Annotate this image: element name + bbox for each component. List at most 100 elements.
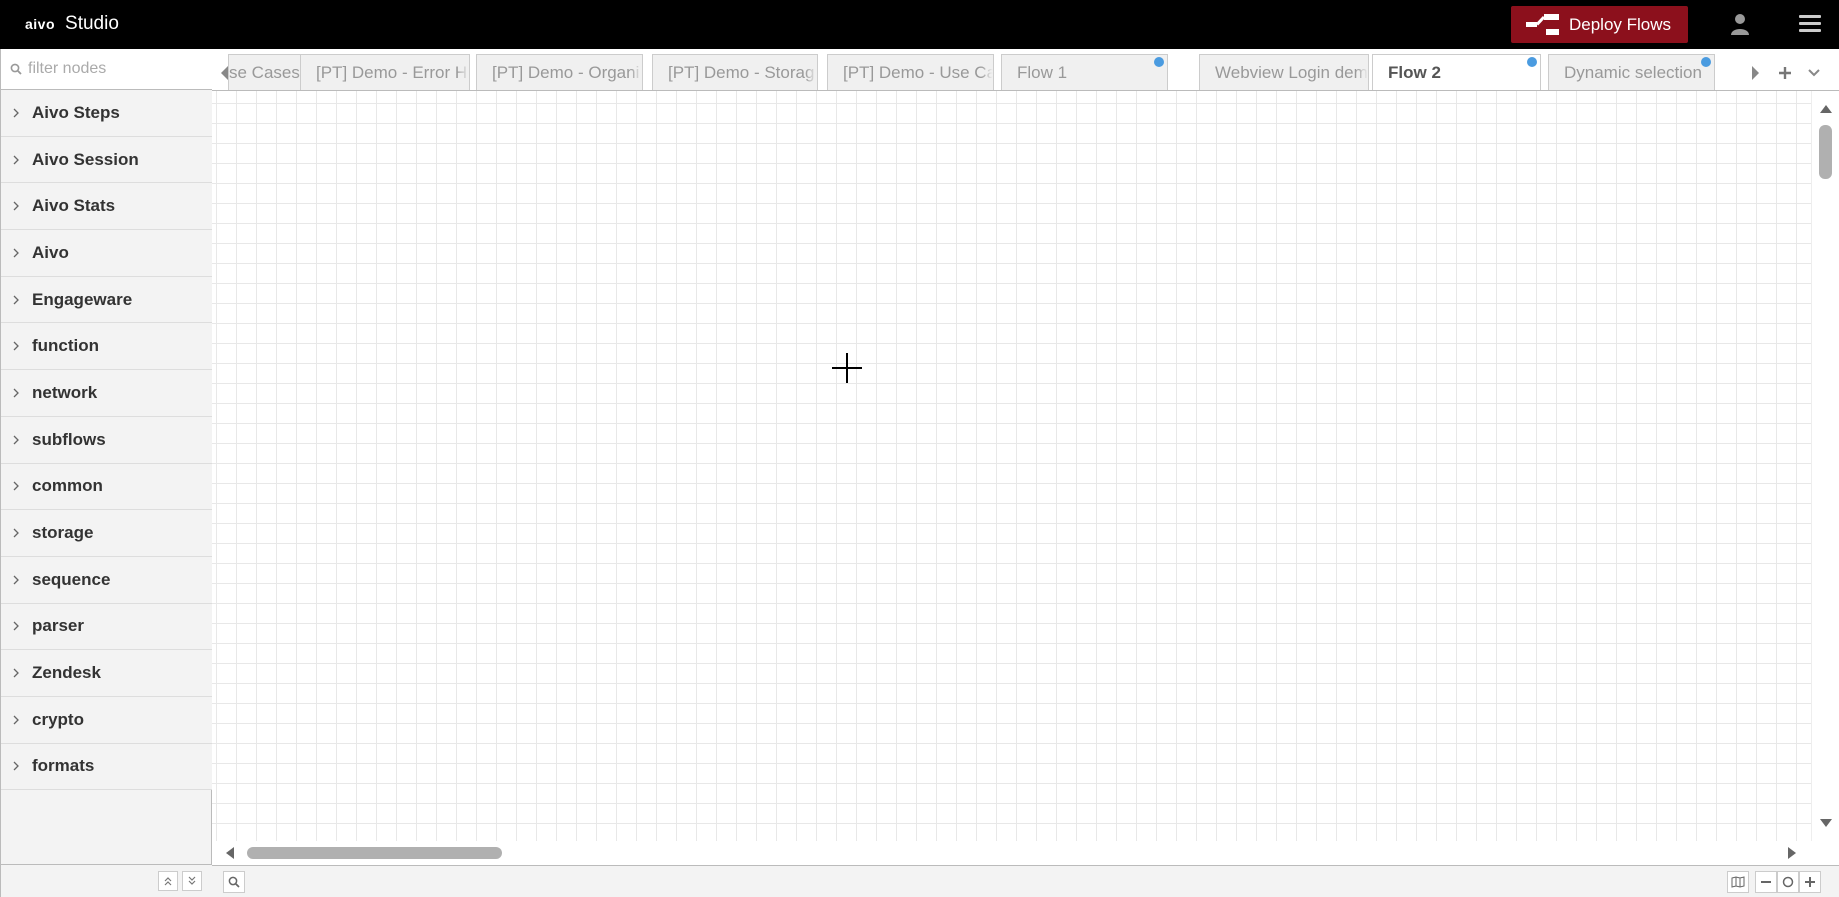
node-palette: Aivo Steps Aivo Session Aivo Stats Aivo Enga… [0, 49, 212, 897]
add-flow-button[interactable] [1772, 54, 1798, 90]
double-chevron-down-icon [188, 876, 196, 885]
palette-category-label: parser [32, 616, 84, 636]
palette-category[interactable]: formats [1, 743, 212, 791]
chevron-right-icon [13, 248, 19, 258]
crosshair-cursor-icon [832, 353, 862, 383]
workspace-footer [212, 865, 1839, 897]
zoom-reset-button[interactable] [1777, 871, 1799, 893]
flow-tab[interactable]: [PT] Demo - Use Ca [827, 54, 994, 90]
palette-category-label: crypto [32, 709, 84, 729]
app-logo: aivo Studio [25, 13, 119, 35]
palette-category[interactable]: Aivo Stats [1, 183, 212, 231]
tab-fade [981, 55, 993, 90]
node-red-editor: aivo Studio Deploy Flows filter nodes Ai… [0, 0, 1839, 897]
flow-tab[interactable]: se Cases [228, 54, 310, 90]
flow-tab-label: [PT] Demo - Use Ca [843, 63, 994, 82]
deploy-label: Deploy Flows [1569, 14, 1672, 34]
zoom-in-button[interactable] [1799, 871, 1821, 893]
palette-category[interactable]: parser [1, 603, 212, 651]
chevron-right-icon [13, 575, 19, 585]
unsaved-changes-dot-icon [1527, 57, 1537, 67]
palette-category[interactable]: function [1, 323, 212, 371]
palette-category-label: Aivo Stats [32, 196, 116, 216]
navigator-button[interactable] [1727, 871, 1749, 893]
user-icon [1731, 14, 1749, 35]
brand-logo: aivo [25, 16, 56, 32]
double-chevron-up-icon [164, 877, 172, 886]
zoom-out-button[interactable] [1755, 871, 1777, 893]
flow-tab[interactable]: [PT] Demo - Storag [652, 54, 818, 90]
flow-tab-label: Flow 2 [1388, 63, 1441, 82]
filter-nodes-input[interactable] [28, 60, 198, 78]
scroll-left-arrow-icon[interactable] [224, 847, 234, 859]
flow-list-menu-button[interactable] [1801, 54, 1827, 90]
chevron-right-icon [13, 621, 19, 631]
palette-category-label: network [32, 382, 98, 402]
caret-down-icon [1808, 68, 1820, 76]
palette-category-label: Zendesk [32, 663, 101, 683]
deploy-button[interactable]: Deploy Flows [1511, 6, 1688, 43]
deploy-icon [1526, 13, 1559, 35]
vertical-scroll-thumb[interactable] [1819, 125, 1832, 179]
flow-tab[interactable]: [PT] Demo - Error H [300, 54, 470, 90]
palette-category[interactable]: crypto [1, 696, 212, 744]
scroll-down-arrow-icon[interactable] [1820, 819, 1832, 829]
circle-icon [1782, 876, 1794, 888]
palette-footer [1, 864, 212, 897]
chevron-right-icon [13, 341, 19, 351]
unsaved-changes-dot-icon [1154, 57, 1164, 67]
horizontal-scrollbar[interactable] [212, 841, 1811, 865]
flow-tab-label: [PT] Demo - Storag [668, 63, 815, 82]
search-flows-button[interactable] [223, 871, 245, 893]
palette-category-label: Engageware [32, 289, 133, 309]
tab-fade [630, 55, 642, 90]
palette-category[interactable]: Aivo [1, 230, 212, 277]
hamburger-menu-icon [1799, 15, 1821, 32]
palette-category[interactable]: common [1, 463, 212, 511]
palette-category[interactable]: Zendesk [1, 650, 212, 697]
palette-category[interactable]: subflows [1, 416, 212, 464]
flow-tab-label: [PT] Demo - Organi [492, 63, 640, 82]
collapse-all-button[interactable] [158, 871, 178, 891]
flow-tab[interactable]: [PT] Demo - Organi [476, 54, 643, 90]
expand-all-button[interactable] [182, 871, 202, 891]
chevron-right-icon [13, 528, 19, 538]
flow-tab-label: Webview Login dem [1215, 63, 1368, 82]
flow-tab[interactable]: Flow 2 [1372, 54, 1541, 90]
vertical-scrollbar[interactable] [1811, 91, 1839, 841]
palette-category-label: Aivo Steps [32, 102, 120, 122]
palette-category[interactable]: Aivo Session [1, 136, 212, 184]
tab-fade [1356, 55, 1368, 90]
palette-category[interactable]: storage [1, 510, 212, 557]
flow-tab[interactable]: Dynamic selection [1548, 54, 1715, 90]
palette-category[interactable]: sequence [1, 556, 212, 604]
chevron-right-icon [13, 155, 19, 164]
tab-scroll-right-button[interactable] [1742, 54, 1768, 90]
scroll-right-arrow-icon[interactable] [1788, 847, 1798, 859]
palette-category-label: storage [32, 523, 94, 543]
caret-right-icon [1752, 65, 1759, 80]
tab-fade [805, 55, 817, 90]
flow-tab-label: Flow 1 [1017, 63, 1068, 82]
palette-category[interactable]: network [1, 370, 212, 417]
palette-category-label: subflows [32, 429, 106, 449]
scroll-up-arrow-icon[interactable] [1820, 103, 1832, 113]
workspace-tabs: se Cases [PT] Demo - Error H [PT] Demo - O… [212, 49, 1839, 91]
flow-tab[interactable]: Flow 1 [1001, 54, 1168, 90]
main-menu-button[interactable] [1790, 9, 1830, 39]
chevron-right-icon [13, 108, 19, 118]
palette-category[interactable]: Engageware [1, 276, 212, 324]
flow-tab-label: Dynamic selection [1564, 63, 1702, 82]
plus-icon [1779, 66, 1791, 79]
flow-canvas[interactable] [212, 91, 1811, 841]
user-menu-button[interactable] [1720, 9, 1760, 39]
map-icon [1731, 876, 1745, 888]
horizontal-scroll-thumb[interactable] [247, 847, 502, 859]
palette-category-label: function [32, 336, 100, 356]
app-name: Studio [65, 13, 119, 34]
flow-tab[interactable]: Webview Login dem [1199, 54, 1369, 90]
palette-category[interactable]: Aivo Steps [1, 90, 212, 137]
header-bar: aivo Studio Deploy Flows [0, 0, 1839, 49]
tab-fade [457, 55, 469, 90]
flow-tab-label: [PT] Demo - Error H [316, 63, 468, 82]
